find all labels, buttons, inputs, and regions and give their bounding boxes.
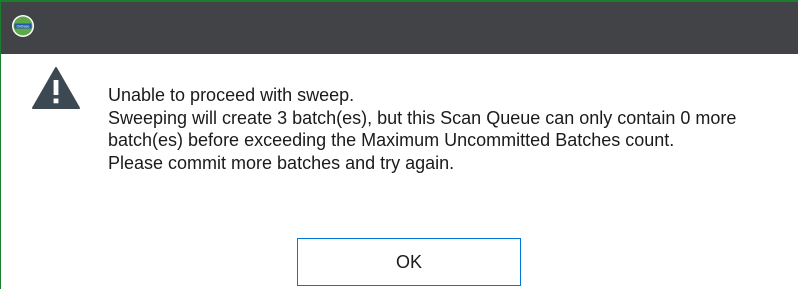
svg-text:OnBase: OnBase: [17, 25, 30, 29]
message-line-1: Unable to proceed with sweep.: [108, 85, 355, 105]
error-message: Unable to proceed with sweep. Sweeping w…: [108, 84, 788, 174]
ok-button[interactable]: OK: [297, 238, 521, 286]
message-line-2: Sweeping will create 3 batch(es), but th…: [108, 107, 737, 151]
message-line-3: Please commit more batches and try again…: [108, 152, 455, 173]
title-bar[interactable]: OnBase: [1, 2, 798, 54]
onbase-logo-icon: OnBase: [12, 15, 34, 37]
warning-icon: [32, 67, 80, 109]
message-dialog: OnBase Unable to proceed with sweep. Swe…: [0, 0, 798, 289]
